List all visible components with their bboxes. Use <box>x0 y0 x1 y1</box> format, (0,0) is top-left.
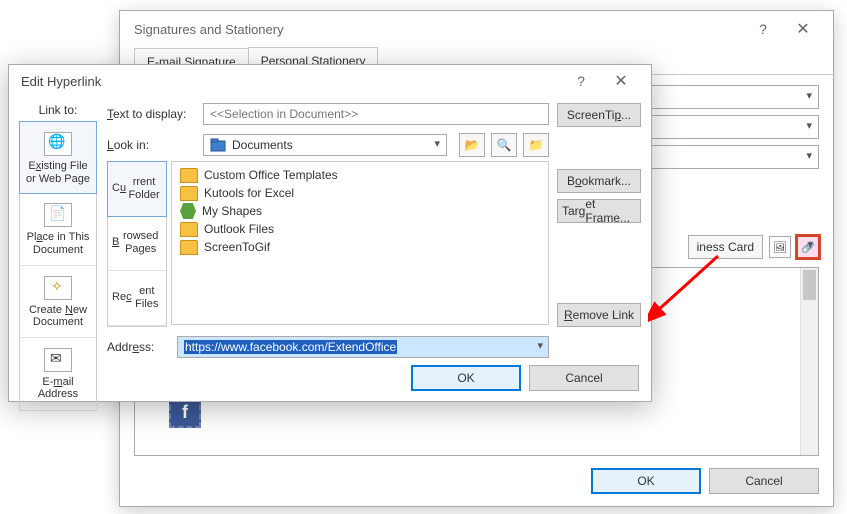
linkto-email[interactable]: E-mail Address <box>20 338 96 410</box>
look-in-row: Look in: Documents 📂 🔍 📁 <box>107 133 549 157</box>
browse-mode-column: Current Folder Browsed Pages Recent File… <box>107 161 167 327</box>
look-in-combo[interactable]: Documents <box>203 134 447 156</box>
link-to-label: Link to: <box>19 103 97 117</box>
linkto-place-label: Place in This Document <box>24 231 92 256</box>
list-item[interactable]: Custom Office Templates <box>176 166 544 184</box>
hyperlink-titlebar: Edit Hyperlink ? ✕ <box>9 65 651 97</box>
list-item[interactable]: ScreenToGif <box>176 238 544 256</box>
help-button[interactable]: ? <box>743 15 783 43</box>
text-to-display-label: Text to display: <box>107 107 197 121</box>
linkto-place-in-doc[interactable]: Place in This Document <box>20 193 96 265</box>
remove-link-button[interactable]: Remove Link <box>557 303 641 327</box>
file-browser: Current Folder Browsed Pages Recent File… <box>107 161 641 325</box>
signatures-ok-button[interactable]: OK <box>591 468 701 494</box>
linkto-existing-file[interactable]: Existing File or Web Page <box>19 121 97 194</box>
search-web-icon: 🔍 <box>497 138 512 152</box>
hyperlink-footer: OK Cancel <box>411 365 639 391</box>
text-to-display-input[interactable]: <<Selection in Document>> <box>203 103 549 125</box>
subnav-current-folder[interactable]: Current Folder <box>107 161 167 217</box>
mail-icon <box>44 348 72 372</box>
scroll-thumb[interactable] <box>803 270 816 300</box>
signatures-title: Signatures and Stationery <box>134 22 743 37</box>
signatures-footer: OK Cancel <box>591 468 819 494</box>
page-icon <box>44 203 72 227</box>
address-input[interactable]: https://www.facebook.com/ExtendOffice <box>177 336 549 358</box>
address-label: Address: <box>107 340 171 354</box>
hyperlink-right-pane: Text to display: <<Selection in Document… <box>107 103 641 359</box>
address-row: Address: https://www.facebook.com/Extend… <box>107 335 641 359</box>
linkto-create-new[interactable]: Create New Document <box>20 266 96 338</box>
folder-open-icon: 📁 <box>529 138 544 152</box>
link-to-column: Link to: Existing File or Web Page Place… <box>19 103 97 359</box>
look-in-toolbar: 📂 🔍 📁 <box>459 133 549 157</box>
insert-hyperlink-button[interactable]: 🔗 <box>797 236 819 258</box>
hyperlink-icon: 🔗 <box>801 241 815 254</box>
hyperlink-ok-button[interactable]: OK <box>411 365 521 391</box>
hyperlink-help-button[interactable]: ? <box>561 67 601 95</box>
folder-icon <box>180 168 198 183</box>
look-in-label: Look in: <box>107 138 197 152</box>
folder-icon <box>180 186 198 201</box>
globe-icon <box>44 132 72 156</box>
linkto-createnew-label: Create New Document <box>24 304 92 329</box>
list-item[interactable]: Kutools for Excel <box>176 184 544 202</box>
business-card-button[interactable]: iness Card <box>688 235 763 259</box>
link-to-panel: Existing File or Web Page Place in This … <box>19 121 97 411</box>
browse-web-button[interactable]: 🔍 <box>491 133 517 157</box>
hyperlink-close-button[interactable]: ✕ <box>601 67 641 95</box>
business-card-label: iness Card <box>697 240 754 254</box>
file-name: ScreenToGif <box>204 240 270 254</box>
folder-icon <box>180 240 198 255</box>
file-name: Outlook Files <box>204 222 274 236</box>
address-value: https://www.facebook.com/ExtendOffice <box>184 340 397 354</box>
shapes-icon <box>180 203 196 219</box>
folder-up-icon: 📂 <box>465 138 480 152</box>
list-item[interactable]: My Shapes <box>176 202 544 220</box>
file-name: Kutools for Excel <box>204 186 294 200</box>
linkto-email-label: E-mail Address <box>24 376 92 401</box>
hyperlink-cancel-button[interactable]: Cancel <box>529 365 639 391</box>
insert-picture-button[interactable]: 🖼 <box>769 236 791 258</box>
new-doc-icon <box>44 276 72 300</box>
edit-hyperlink-dialog: Edit Hyperlink ? ✕ Link to: Existing Fil… <box>8 64 652 402</box>
file-name: Custom Office Templates <box>204 168 338 182</box>
file-name: My Shapes <box>202 204 262 218</box>
screentip-button[interactable]: ScreenTip... <box>557 103 641 127</box>
file-list[interactable]: Custom Office Templates Kutools for Exce… <box>171 161 549 325</box>
signatures-titlebar: Signatures and Stationery ? ✕ <box>120 11 833 47</box>
list-item[interactable]: Outlook Files <box>176 220 544 238</box>
signatures-cancel-button[interactable]: Cancel <box>709 468 819 494</box>
browse-file-button[interactable]: 📁 <box>523 133 549 157</box>
folder-icon <box>180 222 198 237</box>
subnav-recent-files[interactable]: Recent Files <box>108 271 166 326</box>
close-button[interactable]: ✕ <box>783 15 823 43</box>
picture-icon: 🖼 <box>773 241 787 254</box>
address-combo: https://www.facebook.com/ExtendOffice <box>177 336 549 358</box>
documents-icon <box>210 137 226 153</box>
linkto-existing-label: Existing File or Web Page <box>24 160 92 185</box>
up-one-folder-button[interactable]: 📂 <box>459 133 485 157</box>
editor-scrollbar[interactable] <box>800 268 818 455</box>
subnav-browsed-pages[interactable]: Browsed Pages <box>108 216 166 271</box>
text-to-display-value: <<Selection in Document>> <box>210 107 358 121</box>
look-in-value: Documents <box>232 138 293 152</box>
hyperlink-title: Edit Hyperlink <box>21 74 561 89</box>
editor-toolbar-right: iness Card 🖼 🔗 <box>688 235 819 259</box>
hyperlink-body: Link to: Existing File or Web Page Place… <box>19 103 641 359</box>
